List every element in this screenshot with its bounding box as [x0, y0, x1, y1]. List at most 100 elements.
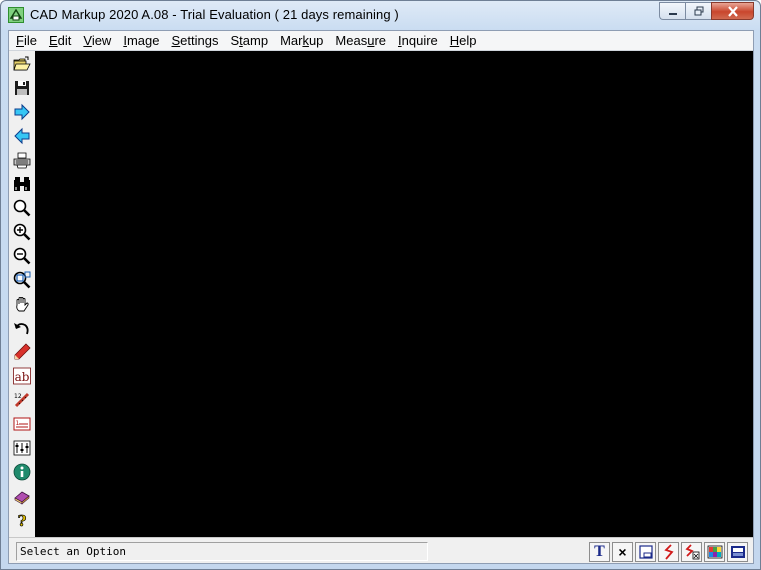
zoom-window-icon [13, 271, 31, 289]
menu-accel: E [48, 33, 58, 48]
zoom-in-icon [13, 223, 31, 241]
minimize-icon [668, 13, 677, 15]
app-window: CAD Markup 2020 A.08 - Trial Evaluation … [0, 0, 761, 570]
print-button[interactable] [11, 149, 33, 171]
previous-page-button[interactable] [11, 125, 33, 147]
help-button[interactable]: ? [11, 509, 33, 531]
previous-page-icon [14, 127, 30, 145]
manual-button[interactable] [11, 485, 33, 507]
menu-label: S [230, 33, 240, 48]
zoom-out-button[interactable] [11, 245, 33, 267]
menu-file[interactable]: File [15, 33, 42, 48]
menu-inquire[interactable]: Inquire [397, 33, 443, 48]
open-folder-icon [13, 56, 31, 71]
dimension-button[interactable]: 12 [11, 389, 33, 411]
draw-button[interactable] [11, 341, 33, 363]
close-x-button[interactable]: × [612, 542, 633, 562]
red-squiggle-alt-icon [684, 544, 699, 560]
printer-status-button[interactable] [727, 542, 748, 562]
undo-icon [14, 323, 29, 335]
menu-markup[interactable]: Markup [279, 33, 328, 48]
zoom-window-button[interactable] [11, 269, 33, 291]
title-bar[interactable]: CAD Markup 2020 A.08 - Trial Evaluation … [1, 1, 760, 31]
menu-label: elp [459, 33, 477, 48]
menu-settings[interactable]: Settings [170, 33, 223, 48]
window-icon [638, 545, 653, 559]
next-page-icon [14, 103, 30, 121]
layers-button[interactable] [11, 437, 33, 459]
menu-stamp[interactable]: Stamp [229, 33, 273, 48]
text-ab-icon: ab [13, 367, 31, 385]
left-toolbar: ab 12 1 ? [9, 51, 35, 537]
printer-status-icon [730, 546, 745, 558]
window-button[interactable] [635, 542, 656, 562]
menu-bar: File Edit View Image Settings Stamp Mark… [9, 31, 753, 51]
menu-label: ile [23, 33, 37, 48]
red-squiggle-button[interactable] [658, 542, 679, 562]
save-icon [15, 81, 29, 95]
status-toolbar: T × [587, 542, 748, 562]
red-squiggle-icon [663, 544, 674, 560]
menu-accel: H [449, 33, 460, 48]
window-title: CAD Markup 2020 A.08 - Trial Evaluation … [30, 7, 399, 22]
open-button[interactable] [11, 53, 33, 75]
info-button[interactable] [11, 461, 33, 483]
menu-accel: S [171, 33, 181, 48]
pan-hand-icon [16, 297, 29, 312]
red-squiggle-alt-button[interactable] [681, 542, 702, 562]
svg-text:?: ? [18, 512, 27, 529]
menu-image[interactable]: Image [122, 33, 164, 48]
zoom-icon [13, 199, 31, 217]
text-tool-button[interactable]: T [589, 542, 610, 562]
next-page-button[interactable] [11, 101, 33, 123]
list-button[interactable]: 1 [11, 413, 33, 435]
save-button[interactable] [11, 77, 33, 99]
color-palette-button[interactable] [704, 542, 725, 562]
menu-label: re [374, 33, 387, 48]
close-x-icon: × [618, 544, 627, 560]
text-button[interactable]: ab [11, 365, 33, 387]
list-icon: 1 [13, 417, 31, 431]
menu-label: iew [91, 33, 112, 48]
cad-markup-app-icon [8, 7, 24, 23]
svg-text:1: 1 [16, 420, 20, 427]
caption-buttons [659, 2, 754, 21]
menu-accel: F [16, 33, 24, 48]
zoom-button[interactable] [11, 197, 33, 219]
menu-accel: V [83, 33, 92, 48]
menu-label: Meas [335, 33, 368, 48]
menu-label: mage [126, 33, 160, 48]
status-bar: Select an Option T × [9, 537, 753, 563]
menu-view[interactable]: View [82, 33, 116, 48]
print-icon [13, 152, 31, 169]
undo-button[interactable] [11, 317, 33, 339]
menu-edit[interactable]: Edit [48, 33, 76, 48]
close-icon [727, 5, 738, 17]
dimension-icon: 12 [14, 392, 30, 408]
close-button[interactable] [711, 2, 754, 20]
drawing-canvas[interactable] [35, 51, 753, 537]
color-palette-icon [707, 545, 722, 559]
minimize-button[interactable] [659, 2, 685, 20]
status-message: Select an Option [16, 542, 428, 561]
restore-icon [694, 6, 703, 16]
info-icon [13, 463, 31, 481]
menu-label: ettings [180, 33, 219, 48]
menu-measure[interactable]: Measure [334, 33, 391, 48]
menu-help[interactable]: Help [449, 33, 482, 48]
svg-text:12: 12 [14, 393, 22, 400]
client-area: File Edit View Image Settings Stamp Mark… [8, 30, 754, 564]
find-button[interactable] [11, 173, 33, 195]
menu-label: up [308, 33, 324, 48]
layers-icon [13, 440, 31, 456]
text-tool-icon: T [594, 543, 605, 560]
pan-button[interactable] [11, 293, 33, 315]
book-icon [14, 491, 30, 505]
menu-label: amp [242, 33, 269, 48]
help-icon: ? [17, 512, 27, 529]
restore-button[interactable] [685, 2, 711, 20]
pencil-icon [14, 343, 31, 360]
svg-text:ab: ab [15, 370, 30, 384]
zoom-in-button[interactable] [11, 221, 33, 243]
zoom-out-icon [13, 247, 31, 265]
